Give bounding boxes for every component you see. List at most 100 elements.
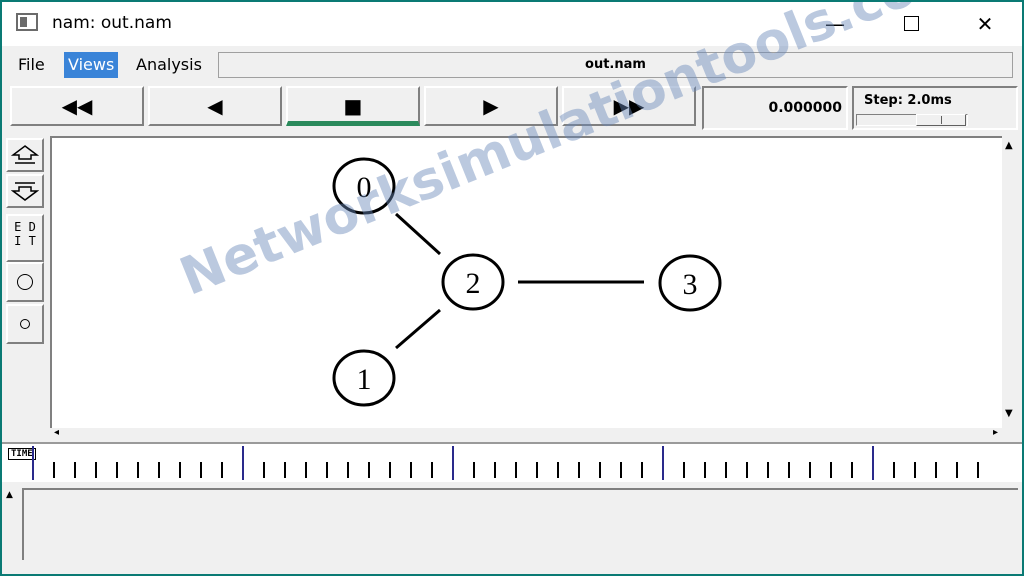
stop-button[interactable]: ■ (286, 86, 420, 126)
timeline-major-tick (32, 446, 34, 480)
edit-label: E DI T (14, 220, 36, 248)
timeline-tick (95, 462, 97, 478)
maximize-button[interactable] (888, 8, 934, 40)
node-tool-small[interactable] (6, 304, 44, 344)
timeline-tick (347, 462, 349, 478)
menu-analysis-label: Analysis (136, 55, 202, 74)
node-2[interactable]: 2 (441, 253, 505, 311)
timeline-tick (158, 462, 160, 478)
menu-analysis[interactable]: Analysis (132, 52, 206, 78)
link-2-1 (395, 308, 441, 350)
node-label: 0 (357, 171, 372, 204)
menu-views-label: Views (68, 55, 115, 74)
zoom-in-button[interactable] (6, 138, 44, 172)
arrow-up-icon (10, 145, 40, 164)
minimize-button[interactable]: — (812, 8, 858, 40)
timeline-tick (578, 462, 580, 478)
menu-bar: File Views Analysis out.nam (2, 48, 1022, 82)
timeline-tick (326, 462, 328, 478)
timeline-tick (179, 462, 181, 478)
step-control: Step: 2.0ms (852, 86, 1018, 130)
window-title: nam: out.nam (52, 13, 172, 33)
menu-views[interactable]: Views (64, 52, 119, 78)
timeline-tick (641, 462, 643, 478)
panel-horizontal-scrollbar[interactable] (22, 560, 1018, 572)
timeline-tick (599, 462, 601, 478)
timeline-tick (956, 462, 958, 478)
timeline-tick (221, 462, 223, 478)
network-topology: 0 2 3 1 (332, 157, 722, 407)
node-0[interactable]: 0 (332, 157, 396, 215)
bottom-panel: ▲ (2, 484, 1022, 574)
timeline-tick (389, 462, 391, 478)
menu-file[interactable]: File (14, 52, 49, 78)
node-tool-large[interactable] (6, 262, 44, 302)
circle-icon (17, 274, 33, 290)
small-circle-icon (20, 319, 30, 329)
annotation-panel[interactable] (22, 488, 1018, 560)
node-label: 1 (357, 363, 372, 396)
timeline-tick (536, 462, 538, 478)
timeline-tick (410, 462, 412, 478)
node-label: 2 (466, 267, 481, 300)
play-button[interactable]: ▶ (424, 86, 558, 126)
scroll-left-icon[interactable]: ◂ (54, 427, 59, 438)
timeline-tick (200, 462, 202, 478)
fast-forward-button[interactable]: ▶▶ (562, 86, 696, 126)
timeline-tick (746, 462, 748, 478)
close-button[interactable]: ✕ (962, 8, 1008, 40)
timeline-tick (893, 462, 895, 478)
timeline-tick (851, 462, 853, 478)
zoom-out-button[interactable] (6, 174, 44, 208)
timeline-tick (767, 462, 769, 478)
timeline-major-tick (452, 446, 454, 480)
timeline-tick (725, 462, 727, 478)
step-slider-thumb[interactable] (916, 114, 966, 126)
title-bar: nam: out.nam — ✕ (2, 2, 1022, 46)
timeline-tick (557, 462, 559, 478)
step-back-button[interactable]: ◀ (148, 86, 282, 126)
timeline-tick (620, 462, 622, 478)
timeline-major-tick (242, 446, 244, 480)
timeline-major-tick (662, 446, 664, 480)
timeline-tick (788, 462, 790, 478)
timeline-tick (809, 462, 811, 478)
timeline-tick (473, 462, 475, 478)
rewind-button[interactable]: ◀◀ (10, 86, 144, 126)
file-name-label: out.nam (218, 52, 1013, 78)
panel-scroll-up-icon[interactable]: ▲ (6, 490, 13, 500)
timeline-tick (830, 462, 832, 478)
timeline-tick (935, 462, 937, 478)
node-label: 3 (683, 268, 698, 301)
timeline[interactable]: TIME (2, 442, 1022, 482)
timeline-tick (515, 462, 517, 478)
vertical-scrollbar[interactable]: ▲ ▼ (1002, 136, 1020, 428)
timeline-tick (53, 462, 55, 478)
time-display: 0.000000 (702, 86, 848, 130)
horizontal-scrollbar[interactable]: ◂ ▸ (50, 427, 1002, 442)
arrow-down-icon (10, 182, 40, 201)
maximize-icon (903, 16, 919, 31)
scroll-up-icon[interactable]: ▲ (1005, 140, 1013, 151)
edit-button[interactable]: E DI T (6, 214, 44, 262)
timeline-tick (116, 462, 118, 478)
timeline-major-tick (872, 446, 874, 480)
timeline-tick (494, 462, 496, 478)
timeline-tick (137, 462, 139, 478)
link-0-2 (394, 212, 442, 256)
node-3[interactable]: 3 (658, 254, 722, 312)
app-icon (16, 13, 38, 31)
network-canvas[interactable]: 0 2 3 1 (50, 136, 1002, 428)
node-1[interactable]: 1 (332, 349, 396, 407)
timeline-tick (431, 462, 433, 478)
timeline-tick (305, 462, 307, 478)
tool-column: E DI T (6, 136, 46, 442)
timeline-tick (704, 462, 706, 478)
timeline-tick (284, 462, 286, 478)
timeline-tick (368, 462, 370, 478)
timeline-tick (914, 462, 916, 478)
scroll-right-icon[interactable]: ▸ (993, 427, 998, 438)
playback-toolbar: ◀◀ ◀ ■ ▶ ▶▶ 0.000000 Step: 2.0ms (2, 84, 1022, 132)
timeline-tick (74, 462, 76, 478)
scroll-down-icon[interactable]: ▼ (1005, 408, 1013, 419)
